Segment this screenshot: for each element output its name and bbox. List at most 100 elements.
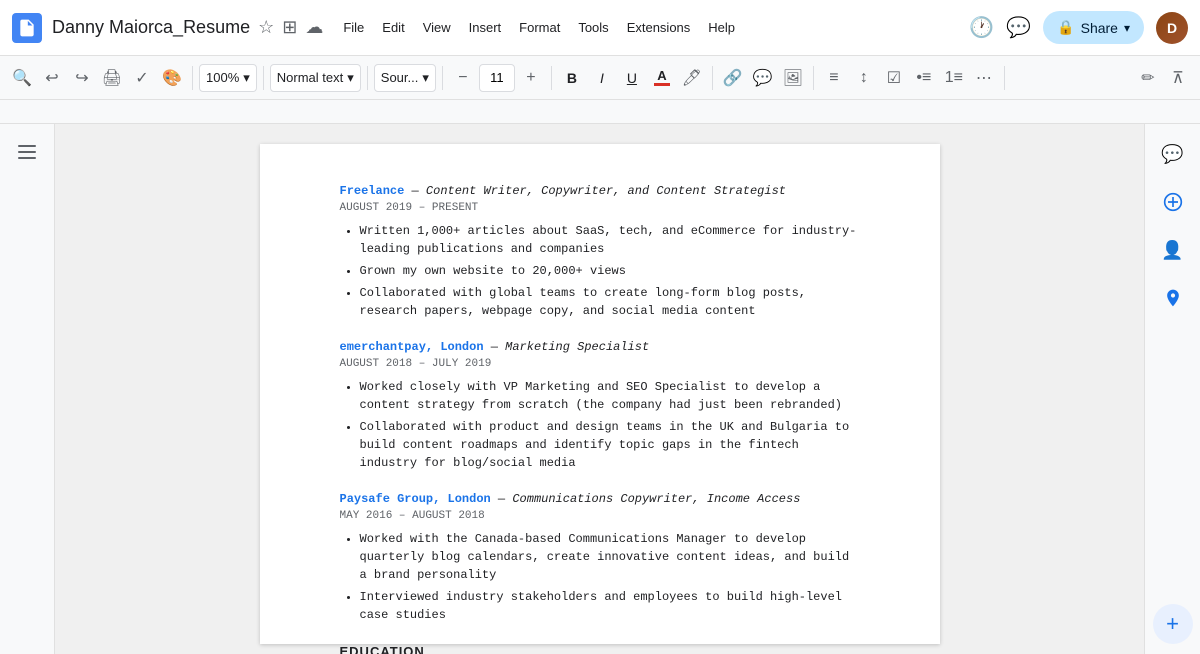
font-family-chevron-icon: ▾	[422, 70, 429, 86]
text-style-dropdown[interactable]: Normal text ▾	[270, 64, 361, 92]
list-item: Written 1,000+ articles about SaaS, tech…	[360, 222, 860, 258]
text-color-icon: A	[654, 69, 670, 86]
freelance-separator: —	[404, 184, 426, 198]
separator-4	[442, 66, 443, 90]
paysafe-date: MAY 2016 – AUGUST 2018	[340, 510, 860, 522]
separator-2	[263, 66, 264, 90]
emerchantpay-title-line: emerchantpay, London — Marketing Special…	[340, 340, 860, 354]
font-size-control: − +	[449, 64, 545, 92]
add-icon[interactable]: +	[1153, 604, 1193, 644]
image-btn[interactable]: 🖼	[779, 64, 807, 92]
list-item: Worked closely with VP Marketing and SEO…	[360, 378, 860, 414]
expand-btn[interactable]: ⊼	[1164, 64, 1192, 92]
freelance-section: Freelance — Content Writer, Copywriter, …	[340, 184, 860, 320]
lock-icon: 🔒	[1057, 19, 1074, 36]
comments-panel-icon[interactable]: 💬	[1153, 134, 1193, 174]
right-controls: 🕐 💬 🔒 Share ▾ D	[969, 11, 1188, 44]
history-icon[interactable]: 🕐	[969, 15, 994, 40]
ruler-content	[55, 100, 1200, 123]
zoom-chevron-icon: ▾	[243, 70, 250, 86]
paint-format-btn[interactable]: 🎨	[158, 64, 186, 92]
comment-btn[interactable]: 💬	[749, 64, 777, 92]
star-icon[interactable]: ☆	[258, 17, 274, 38]
doc-page: Freelance — Content Writer, Copywriter, …	[260, 144, 940, 644]
folder-icon[interactable]: ⊞	[282, 17, 297, 38]
menu-file[interactable]: File	[335, 16, 372, 39]
bold-btn[interactable]: B	[558, 64, 586, 92]
right-panel: 💬 👤 +	[1144, 124, 1200, 654]
doc-container: Freelance — Content Writer, Copywriter, …	[0, 124, 1200, 654]
search-toolbar-btn[interactable]: 🔍	[8, 64, 36, 92]
person-icon[interactable]: 👤	[1153, 230, 1193, 270]
title-bar: Danny Maiorca_Resume ☆ ⊞ ☁ File Edit Vie…	[0, 0, 1200, 56]
list-item: Worked with the Canada-based Communicati…	[360, 530, 860, 584]
share-label: Share	[1081, 20, 1118, 36]
redo-btn[interactable]: ↪	[68, 64, 96, 92]
menu-bar: File Edit View Insert Format Tools Exten…	[335, 16, 743, 39]
menu-help[interactable]: Help	[700, 16, 743, 39]
comments-icon[interactable]: 💬	[1006, 15, 1031, 40]
paysafe-separator: —	[491, 492, 513, 506]
highlight-btn[interactable]: 🖊	[678, 64, 706, 92]
emerchantpay-section: emerchantpay, London — Marketing Special…	[340, 340, 860, 472]
list-item: Collaborated with global teams to create…	[360, 284, 860, 320]
doc-title[interactable]: Danny Maiorca_Resume	[52, 17, 250, 38]
freelance-bullets: Written 1,000+ articles about SaaS, tech…	[360, 222, 860, 320]
menu-view[interactable]: View	[415, 16, 459, 39]
align-btn[interactable]: ≡	[820, 64, 848, 92]
paysafe-section: Paysafe Group, London — Communications C…	[340, 492, 860, 624]
separator-3	[367, 66, 368, 90]
spellcheck-btn[interactable]: ✓	[128, 64, 156, 92]
right-toolbar: ✏ ⊼	[1134, 64, 1192, 92]
menu-tools[interactable]: Tools	[570, 16, 616, 39]
freelance-date: AUGUST 2019 – PRESENT	[340, 202, 860, 214]
link-btn[interactable]: 🔗	[719, 64, 747, 92]
increase-font-btn[interactable]: +	[517, 64, 545, 92]
gemini-icon[interactable]	[1153, 182, 1193, 222]
list-item: Collaborated with product and design tea…	[360, 418, 860, 472]
emerchantpay-separator: —	[484, 340, 506, 354]
emerchantpay-company: emerchantpay, London	[340, 340, 484, 354]
separator-5	[551, 66, 552, 90]
font-family-dropdown[interactable]: Sour... ▾	[374, 64, 436, 92]
numbered-list-btn[interactable]: 1≡	[940, 64, 968, 92]
avatar[interactable]: D	[1156, 12, 1188, 44]
menu-insert[interactable]: Insert	[461, 16, 510, 39]
app-icon[interactable]	[12, 13, 42, 43]
line-spacing-btn[interactable]: ↕	[850, 64, 878, 92]
education-header: EDUCATION	[340, 644, 860, 654]
menu-extensions[interactable]: Extensions	[619, 16, 699, 39]
menu-edit[interactable]: Edit	[374, 16, 412, 39]
menu-format[interactable]: Format	[511, 16, 568, 39]
doc-scroll[interactable]: Freelance — Content Writer, Copywriter, …	[55, 124, 1144, 654]
list-item: Interviewed industry stakeholders and em…	[360, 588, 860, 624]
toolbar: 🔍 ↩ ↪ 🖨 ✓ 🎨 100% ▾ Normal text ▾ Sour...…	[0, 56, 1200, 100]
font-size-input[interactable]	[479, 64, 515, 92]
emerchantpay-date: AUGUST 2018 – JULY 2019	[340, 358, 860, 370]
maps-icon[interactable]	[1153, 278, 1193, 318]
bullet-list-btn[interactable]: •≡	[910, 64, 938, 92]
italic-btn[interactable]: I	[588, 64, 616, 92]
education-section: EDUCATION Solent University, Southampton…	[340, 644, 860, 654]
freelance-role: Content Writer, Copywriter, and Content …	[426, 184, 786, 198]
text-style-value: Normal text	[277, 70, 343, 85]
text-style-chevron-icon: ▾	[347, 70, 354, 86]
underline-btn[interactable]: U	[618, 64, 646, 92]
emerchantpay-bullets: Worked closely with VP Marketing and SEO…	[360, 378, 860, 472]
font-family-value: Sour...	[381, 70, 419, 85]
decrease-font-btn[interactable]: −	[449, 64, 477, 92]
checklist-btn[interactable]: ☑	[880, 64, 908, 92]
print-btn[interactable]: 🖨	[98, 64, 126, 92]
text-color-btn[interactable]: A	[648, 64, 676, 92]
share-button[interactable]: 🔒 Share ▾	[1043, 11, 1144, 44]
indent-btn[interactable]: ⋯	[970, 64, 998, 92]
list-item: Grown my own website to 20,000+ views	[360, 262, 860, 280]
cloud-icon[interactable]: ☁	[305, 17, 323, 38]
hamburger-menu-icon[interactable]	[11, 136, 43, 168]
paysafe-title-line: Paysafe Group, London — Communications C…	[340, 492, 860, 506]
title-actions: ☆ ⊞ ☁	[258, 17, 323, 38]
ruler	[0, 100, 1200, 124]
edit-mode-btn[interactable]: ✏	[1134, 64, 1162, 92]
undo-btn[interactable]: ↩	[38, 64, 66, 92]
zoom-dropdown[interactable]: 100% ▾	[199, 64, 257, 92]
